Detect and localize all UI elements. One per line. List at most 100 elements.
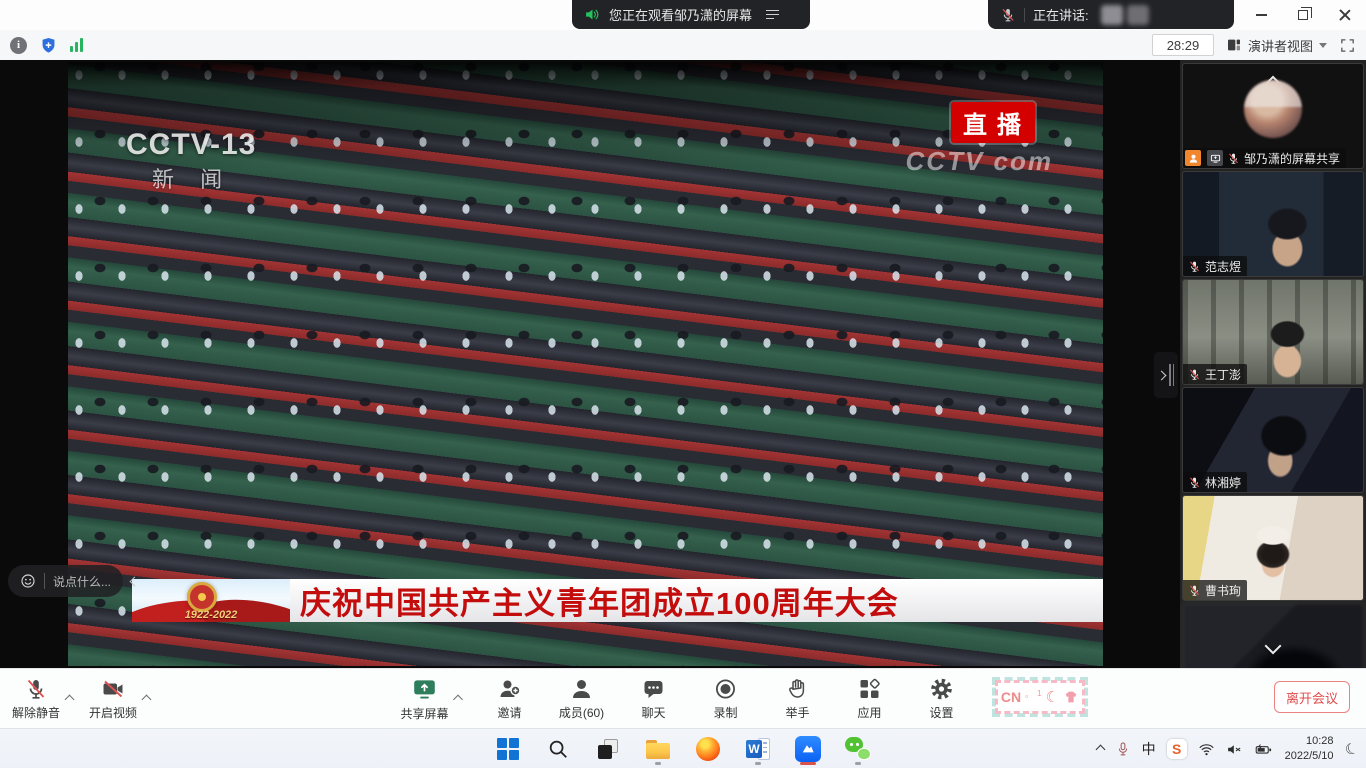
security-shield-icon[interactable] <box>39 36 58 55</box>
wifi-icon[interactable] <box>1198 741 1215 758</box>
moon-icon: ☾ <box>1046 688 1059 706</box>
minimize-button[interactable] <box>1240 0 1282 30</box>
speaker-icon <box>584 6 601 23</box>
close-button[interactable] <box>1324 0 1366 30</box>
search-icon <box>547 738 569 760</box>
participant-name: 邹乃潇的屏幕共享 <box>1244 150 1340 167</box>
tray-expand-chevron[interactable] <box>1097 746 1104 753</box>
word-icon: W <box>746 737 770 761</box>
participant-name: 林湘婷 <box>1205 474 1241 491</box>
firefox-button[interactable] <box>691 732 725 766</box>
raise-hand-icon <box>786 677 810 701</box>
ime-skin-panel[interactable]: CN 。 1 ☾ <box>992 677 1088 717</box>
tray-mic-icon[interactable] <box>1115 741 1131 757</box>
mic-options-chevron[interactable] <box>65 694 75 704</box>
camera-off-icon <box>101 677 125 701</box>
gear-icon <box>930 677 954 701</box>
sogou-icon[interactable]: S <box>1167 739 1187 759</box>
window-controls <box>1240 0 1366 30</box>
raise-hand-button[interactable]: 举手 <box>774 671 822 727</box>
shirt-icon <box>1063 690 1079 704</box>
share-screen-button[interactable]: 共享屏幕 <box>400 671 448 727</box>
drag-grip-icon <box>1169 364 1174 386</box>
participant-tile[interactable]: 林湘婷 <box>1183 388 1363 492</box>
do-not-disturb-moon-icon[interactable]: ☾ <box>1342 738 1361 760</box>
task-view-button[interactable] <box>591 732 625 766</box>
ime-mode-indicator[interactable]: 中 <box>1142 739 1156 759</box>
leave-meeting-button[interactable]: 离开会议 <box>1274 681 1350 713</box>
battery-icon[interactable] <box>1254 741 1274 758</box>
meeting-timer: 28:29 <box>1152 34 1214 56</box>
wechat-button[interactable] <box>841 732 875 766</box>
meeting-info-bar: i 28:29 演讲者视图 <box>0 30 1366 60</box>
chat-button[interactable]: 聊天 <box>630 671 678 727</box>
muted-mic-icon <box>1188 476 1201 489</box>
anniversary-years: 1922-2022 <box>132 609 290 621</box>
firefox-icon <box>696 737 720 761</box>
meeting-app-button[interactable] <box>791 732 825 766</box>
caption-title: 庆祝中国共产主义青年团成立100周年大会 <box>300 578 899 623</box>
participant-tile-presenter[interactable]: 邹乃潇的屏幕共享 <box>1183 64 1363 168</box>
layout-icon <box>1226 37 1242 53</box>
chat-collapse-button[interactable] <box>127 569 141 593</box>
participant-name: 曹书珣 <box>1205 582 1241 599</box>
wechat-icon <box>845 736 871 762</box>
unmute-button[interactable]: 解除静音 <box>12 671 60 727</box>
speaking-label: 正在讲话: <box>1033 5 1089 24</box>
meeting-app-icon <box>795 736 821 762</box>
participant-tile[interactable]: 王丁澎 <box>1183 280 1363 384</box>
view-mode-dropdown[interactable]: 演讲者视图 <box>1226 36 1327 55</box>
word-button[interactable]: W <box>741 732 775 766</box>
members-button[interactable]: 成员(60) <box>558 671 606 727</box>
muted-mic-icon <box>1188 260 1201 273</box>
quick-chat-input[interactable]: 说点什么... <box>8 565 123 597</box>
fullscreen-icon[interactable] <box>1339 37 1356 54</box>
meeting-info-icon[interactable]: i <box>10 37 27 54</box>
participant-tile[interactable]: 范志煜 <box>1183 172 1363 276</box>
taskbar-clock[interactable]: 10:28 2022/5/10 <box>1285 734 1334 764</box>
speaking-avatars <box>1101 5 1149 25</box>
file-explorer-button[interactable] <box>641 732 675 766</box>
windows-taskbar: W <box>0 728 1366 768</box>
time: 10:28 <box>1285 734 1334 749</box>
invite-button[interactable]: 邀请 <box>486 671 534 727</box>
quick-chat-bar: 说点什么... <box>8 565 141 597</box>
apps-grid-icon <box>858 677 882 701</box>
broadcast-caption-banner: 1922-2022 庆祝中国共产主义青年团成立100周年大会 <box>132 579 1103 622</box>
presenter-icon <box>1185 150 1201 166</box>
network-signal-icon[interactable] <box>70 38 83 52</box>
cctv-channel-watermark: CCTV-13 新 闻 <box>126 128 256 194</box>
muted-mic-icon <box>1000 7 1016 23</box>
video-options-chevron[interactable] <box>142 694 152 704</box>
maximize-button[interactable] <box>1282 0 1324 30</box>
folder-icon <box>646 740 670 759</box>
volume-muted-icon[interactable] <box>1226 741 1243 758</box>
emoji-icon[interactable] <box>20 573 36 589</box>
chevron-down-icon <box>1319 43 1327 48</box>
share-screen-icon <box>411 676 437 702</box>
task-view-icon <box>598 739 618 759</box>
cctv-com-watermark: CCTV com <box>906 146 1053 177</box>
muted-mic-icon <box>24 677 48 701</box>
participant-name: 范志煜 <box>1205 258 1241 275</box>
stage: CCTV-13 新 闻 直播 CCTV com 1922-2022 庆祝中国共产… <box>0 60 1366 668</box>
muted-mic-icon <box>1188 584 1201 597</box>
search-button[interactable] <box>541 732 575 766</box>
sidebar-collapse-handle[interactable] <box>1154 352 1178 398</box>
record-button[interactable]: 录制 <box>702 671 750 727</box>
watching-screen-banner[interactable]: 您正在观看邹乃潇的屏幕 <box>572 0 810 29</box>
apps-button[interactable]: 应用 <box>846 671 894 727</box>
share-options-chevron[interactable] <box>453 694 463 704</box>
banner-menu-icon[interactable] <box>766 10 779 20</box>
start-video-button[interactable]: 开启视频 <box>89 671 137 727</box>
participant-tile[interactable] <box>1183 604 1363 668</box>
quick-chat-placeholder: 说点什么... <box>53 573 111 590</box>
start-button[interactable] <box>491 732 525 766</box>
record-icon <box>714 677 738 701</box>
watching-banner-label: 您正在观看邹乃潇的屏幕 <box>609 5 752 24</box>
date: 2022/5/10 <box>1285 749 1334 764</box>
participant-tile[interactable]: 曹书珣 <box>1183 496 1363 600</box>
shared-screen-video: CCTV-13 新 闻 直播 CCTV com 1922-2022 庆祝中国共产… <box>68 62 1103 666</box>
chevron-left-icon <box>129 576 139 586</box>
settings-button[interactable]: 设置 <box>918 671 966 727</box>
